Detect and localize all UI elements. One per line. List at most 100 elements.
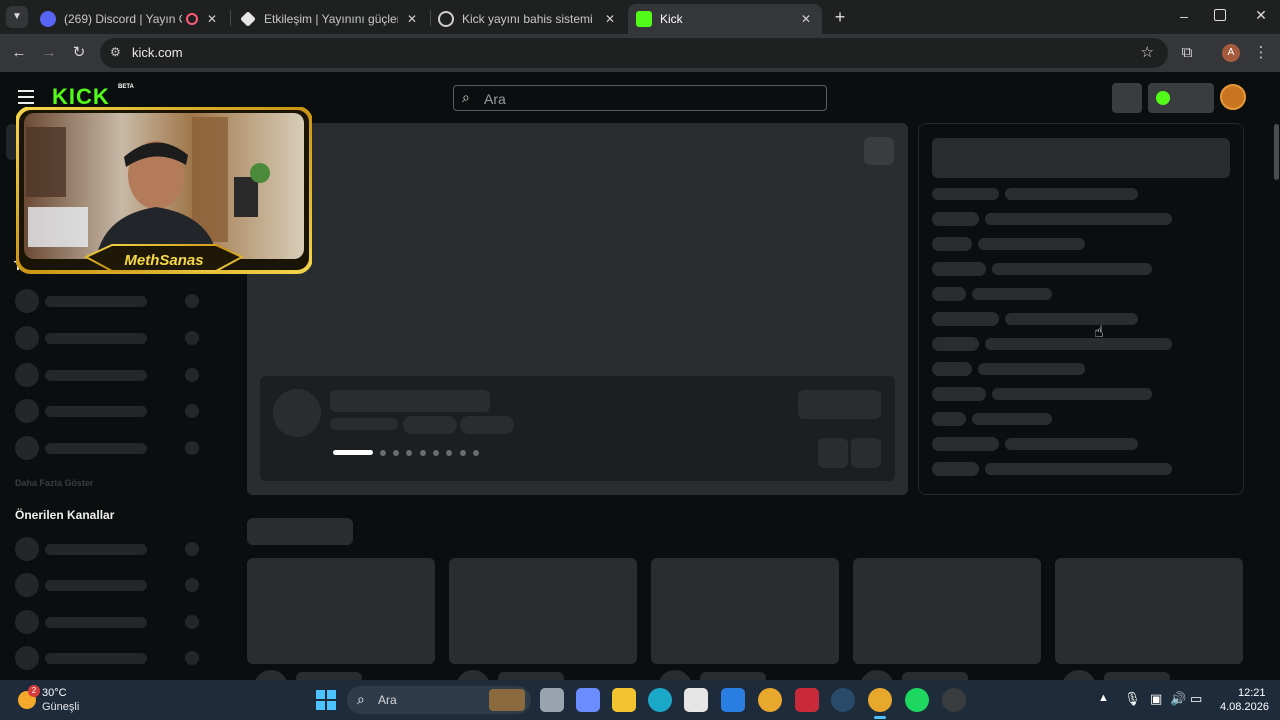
search-icon: ⌕ — [357, 691, 365, 707]
reload-button[interactable]: ↻ — [68, 42, 90, 64]
search-bar[interactable]: ⌕ Ara — [453, 85, 827, 111]
list-line-skeleton — [992, 263, 1152, 275]
reload-icon: ↻ — [72, 44, 86, 61]
chevron-down-icon: ▼ — [12, 11, 22, 22]
sidebar-avatar-skeleton — [15, 399, 39, 423]
section-title-skeleton — [247, 518, 353, 545]
recommended-dot-skeleton — [185, 615, 199, 629]
card-line-skeleton — [296, 672, 362, 680]
card-avatar-skeleton — [254, 670, 288, 680]
close-icon[interactable]: ✕ — [404, 11, 420, 27]
back-button[interactable]: ← — [8, 42, 30, 64]
battery-icon[interactable]: ▭ — [1190, 691, 1202, 707]
stream-card-skeleton[interactable] — [651, 558, 839, 664]
browser-tab-strip: ▼ (269) Discord | Yayın Odası ✕ Etkileşi… — [0, 0, 1280, 34]
header-skeleton-button[interactable] — [1112, 83, 1142, 113]
minimize-button[interactable]: – — [1174, 8, 1194, 26]
tab-search-button[interactable]: ▼ — [6, 6, 28, 28]
page-scrollbar[interactable] — [1274, 124, 1279, 180]
hamburger-menu-button[interactable] — [18, 90, 34, 104]
kick-coins-button[interactable] — [1148, 83, 1214, 113]
carousel-dot[interactable] — [406, 450, 412, 456]
show-more-link[interactable]: Daha Fazla Göster — [15, 478, 94, 488]
close-icon[interactable]: ✕ — [602, 11, 618, 27]
list-line-skeleton — [1005, 188, 1138, 200]
steam-icon[interactable] — [831, 688, 855, 712]
copilot-icon[interactable] — [576, 688, 600, 712]
close-icon[interactable]: ✕ — [204, 11, 220, 27]
sidebar-avatar-skeleton — [15, 436, 39, 460]
user-avatar[interactable] — [1220, 84, 1246, 110]
site-settings-icon[interactable]: ⚙ — [110, 45, 121, 59]
extensions-button[interactable]: ⧉ — [1176, 42, 1198, 64]
file-explorer-icon[interactable] — [612, 688, 636, 712]
recommended-dot-skeleton — [185, 578, 199, 592]
featured-tag-skeleton — [460, 416, 514, 434]
card-line-skeleton — [498, 672, 564, 680]
clock-time[interactable]: 12:21 — [1238, 687, 1266, 699]
featured-stream-skeleton[interactable] — [247, 123, 908, 495]
task-view-icon[interactable] — [540, 688, 564, 712]
webcam-frame — [15, 106, 313, 274]
featured-line-skeleton — [330, 418, 398, 430]
tab-kick-bahis[interactable]: Kick yayını bahis sistemi ✕ — [430, 4, 626, 34]
network-icon[interactable]: ▣ — [1150, 691, 1162, 707]
chrome-active-icon[interactable] — [868, 688, 892, 712]
profile-avatar[interactable]: A — [1222, 44, 1240, 62]
start-button[interactable] — [316, 690, 336, 710]
menu-button[interactable]: ⋮ — [1250, 42, 1272, 64]
volume-icon[interactable]: 🔊 — [1170, 691, 1186, 707]
restore-button[interactable] — [1214, 9, 1226, 21]
recording-icon — [186, 13, 198, 25]
carousel-dot[interactable] — [446, 450, 452, 456]
list-line-skeleton — [978, 363, 1085, 375]
carousel-dot[interactable] — [393, 450, 399, 456]
tab-kick[interactable]: Kick ✕ — [628, 4, 822, 34]
sidebar-avatar-skeleton — [15, 363, 39, 387]
carousel-dot[interactable] — [460, 450, 466, 456]
sidebar-dot-skeleton — [185, 441, 199, 455]
stream-card-skeleton[interactable] — [1055, 558, 1243, 664]
address-bar[interactable]: ⚙ kick.com ☆ — [100, 38, 1168, 68]
stream-card-skeleton[interactable] — [247, 558, 435, 664]
carousel-prev-button[interactable] — [818, 438, 848, 468]
close-window-button[interactable]: ✕ — [1252, 7, 1270, 25]
carousel-dot-active[interactable] — [333, 450, 373, 455]
carousel-dot[interactable] — [473, 450, 479, 456]
taskbar-search[interactable]: ⌕ Ara — [347, 686, 531, 714]
microphone-icon[interactable]: 🎙 — [1124, 691, 1141, 707]
browser-toolbar: ← → ↻ ⚙ kick.com ☆ ⧉ A ⋮ — [0, 34, 1280, 72]
forward-button[interactable]: → — [38, 42, 60, 64]
sidebar-dot-skeleton — [185, 331, 199, 345]
carousel-dot[interactable] — [420, 450, 426, 456]
list-tag-skeleton — [932, 337, 979, 351]
card-avatar-skeleton — [456, 670, 490, 680]
tray-overflow-icon[interactable]: ▲ — [1098, 692, 1109, 704]
weather-widget[interactable]: 2 30°C Güneşli — [14, 685, 114, 715]
obs-icon[interactable] — [942, 688, 966, 712]
close-icon[interactable]: ✕ — [798, 11, 814, 27]
recommended-dot-skeleton — [185, 651, 199, 665]
diamond-favicon-icon — [240, 11, 256, 27]
carousel-dot[interactable] — [380, 450, 386, 456]
carousel-next-button[interactable] — [851, 438, 881, 468]
weather-temp: 30°C — [42, 687, 67, 699]
store-icon[interactable] — [684, 688, 708, 712]
tab-etkilesim[interactable]: Etkileşim | Yayınını güçlendirme ✕ — [232, 4, 428, 34]
recommended-name-skeleton — [45, 653, 147, 664]
recommended-avatar-skeleton — [15, 573, 39, 597]
edge-icon[interactable] — [648, 688, 672, 712]
new-tab-button[interactable]: + — [830, 7, 850, 27]
clock-date[interactable]: 4.08.2026 — [1220, 701, 1269, 713]
chrome-icon[interactable] — [758, 688, 782, 712]
mail-icon[interactable] — [721, 688, 745, 712]
list-tag-skeleton — [932, 412, 966, 426]
stream-card-skeleton[interactable] — [449, 558, 637, 664]
stream-card-skeleton[interactable] — [853, 558, 1041, 664]
tab-discord[interactable]: (269) Discord | Yayın Odası ✕ — [32, 4, 228, 34]
carousel-dot[interactable] — [433, 450, 439, 456]
app-red-icon[interactable] — [795, 688, 819, 712]
bookmark-star-icon[interactable]: ☆ — [1141, 43, 1154, 61]
spotify-icon[interactable] — [905, 688, 929, 712]
recommended-avatar-skeleton — [15, 610, 39, 634]
